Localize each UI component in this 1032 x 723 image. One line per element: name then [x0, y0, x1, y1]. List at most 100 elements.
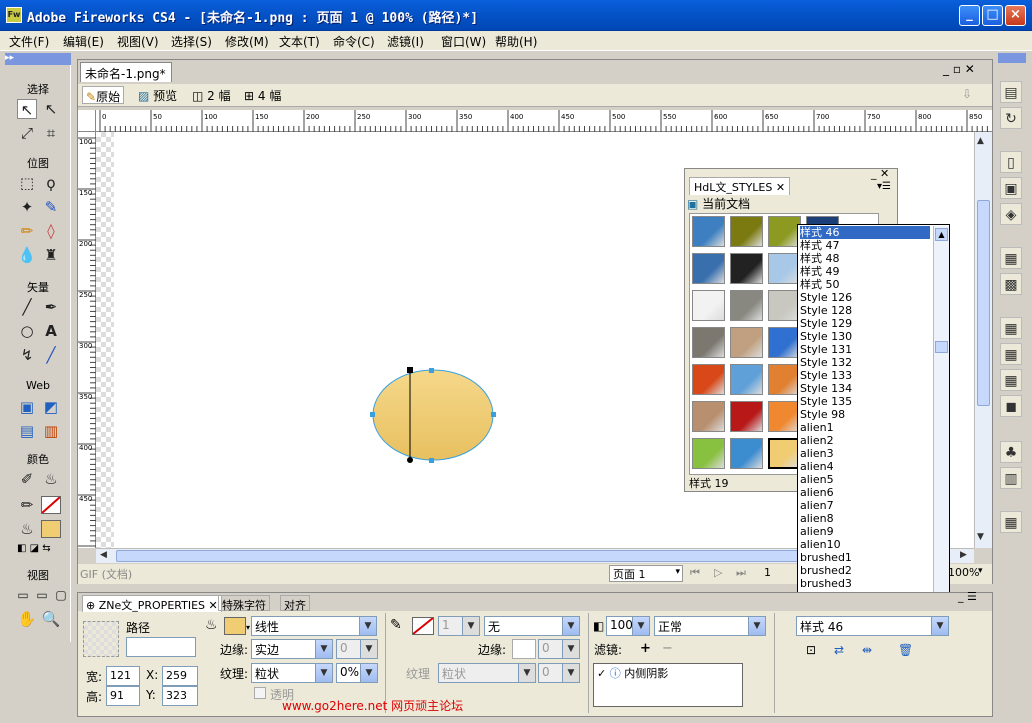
style-dropdown-item[interactable]: alien7 [800, 499, 930, 512]
freeform-tool-icon[interactable]: ↯ [17, 345, 37, 365]
crop-tool-icon[interactable]: ⌗ [41, 123, 61, 143]
object-name-field[interactable] [126, 637, 196, 657]
hide-slices-icon[interactable]: ▤ [17, 421, 37, 441]
document-tab[interactable]: 未命名-1.png* [80, 62, 172, 82]
maximize-button[interactable]: □ [982, 5, 1003, 26]
style-dropdown-item[interactable]: Style 132 [800, 356, 930, 369]
eraser-tool-icon[interactable]: ◊ [41, 221, 61, 241]
image-panel-icon[interactable]: ▦ [1000, 247, 1022, 269]
opacity-field[interactable]: 100 ▼ [606, 616, 650, 636]
style-dropdown-item[interactable]: Style 133 [800, 369, 930, 382]
style-dropdown-item[interactable]: alien8 [800, 512, 930, 525]
menu-modify[interactable]: 修改(M) [225, 33, 269, 50]
styles-source[interactable]: ▣ 当前文档 [687, 195, 750, 212]
style-dropdown-item[interactable]: 样式 47 [800, 239, 930, 252]
slice-tool-icon[interactable]: ◩ [41, 397, 61, 417]
style-dropdown-item[interactable]: alien4 [800, 460, 930, 473]
style-swatch[interactable] [730, 216, 763, 247]
style-dropdown-item[interactable]: Style 135 [800, 395, 930, 408]
scale-tool-icon[interactable]: ⤢ [17, 123, 37, 143]
style-dropdown-item[interactable]: alien3 [800, 447, 930, 460]
y-field[interactable]: 323 [162, 686, 198, 706]
pencil-tool-icon[interactable]: ✏ [17, 221, 37, 241]
style-swatch[interactable] [692, 290, 725, 321]
menu-view[interactable]: 视图(V) [117, 33, 159, 50]
style-swatch[interactable] [730, 401, 763, 432]
style-dropdown-item[interactable]: Style 98 [800, 408, 930, 421]
magic-wand-tool-icon[interactable]: ✦ [17, 197, 37, 217]
filter-item[interactable]: ✓ ⓘ 内侧阴影 [597, 665, 668, 681]
ellipse-tool-icon[interactable]: ○ [17, 321, 37, 341]
fill-color-swatch[interactable] [41, 520, 61, 538]
scroll-up-arrow-icon[interactable]: ▲ [977, 136, 984, 146]
blur-tool-icon[interactable]: 💧 [17, 245, 37, 265]
fill-color-well[interactable] [224, 617, 246, 635]
style-dropdown-item[interactable]: 样式 46 [800, 226, 930, 239]
break-link-icon[interactable]: ⇹ [862, 643, 872, 657]
text-tool-icon[interactable]: A [41, 321, 61, 341]
rubber-stamp-tool-icon[interactable]: ♜ [41, 245, 61, 265]
assets-panel-icon[interactable]: ▦ [1000, 317, 1022, 339]
marquee-tool-icon[interactable]: ⬚ [17, 173, 37, 193]
menu-filters[interactable]: 滤镜(I) [387, 33, 424, 50]
fullscreen-menu-icon[interactable]: ▭ [32, 585, 52, 605]
dropdown-scroll-up-icon[interactable]: ▲ [935, 228, 948, 241]
tab-properties[interactable]: ⊕ ZNe文_PROPERTIES ✕ [82, 595, 222, 612]
states-panel-icon[interactable]: ▣ [1000, 177, 1022, 199]
fill-texture-select[interactable]: 粒状 ▼ [251, 663, 333, 683]
color-default-swap-icons[interactable]: ◧ ◪ ⇆ [17, 543, 69, 557]
tools-panel-header[interactable]: ▸▸ [5, 53, 71, 65]
style-swatch[interactable] [692, 216, 725, 247]
library-panel-icon[interactable]: ▦ [1000, 343, 1022, 365]
style-dropdown-item[interactable]: 样式 49 [800, 265, 930, 278]
redefine-style-icon[interactable]: ⇄ [834, 643, 844, 657]
canvas-vertical-scrollbar[interactable]: ▲ ▼ [974, 132, 992, 548]
style-dropdown-item[interactable]: alien10 [800, 538, 930, 551]
style-dropdown-item[interactable]: 样式 48 [800, 252, 930, 265]
style-dropdown-item[interactable]: brushed3 [800, 577, 930, 590]
knife-tool-icon[interactable]: ╱ [41, 345, 61, 365]
tab-special-chars[interactable]: 特殊字符 [218, 595, 270, 612]
show-slices-icon[interactable]: ▥ [41, 421, 61, 441]
x-field[interactable]: 259 [162, 666, 198, 686]
filter-check-icon[interactable]: ✓ [597, 667, 606, 680]
zoom-arrow-icon[interactable]: ▾ [978, 566, 983, 576]
style-dropdown-item[interactable]: Style 129 [800, 317, 930, 330]
scroll-left-arrow-icon[interactable]: ◀ [100, 550, 107, 560]
view-2up-button[interactable]: ◫ 2 幅 [192, 87, 231, 104]
menu-select[interactable]: 选择(S) [171, 33, 212, 50]
3d-panel-icon[interactable]: ◼ [1000, 395, 1022, 417]
doc-window-controls[interactable]: _ ▫ ✕ [943, 62, 975, 76]
styles-tab[interactable]: HdL文_STYLES ✕ [689, 177, 791, 195]
history-panel-icon[interactable]: ↻ [1000, 107, 1022, 129]
style-swatch[interactable] [730, 438, 763, 469]
filters-list[interactable]: ✓ ⓘ 内侧阴影 [593, 663, 743, 707]
layers-panel-icon[interactable]: ◈ [1000, 203, 1022, 225]
style-select[interactable]: 样式 46 ▼ [796, 616, 949, 636]
style-dropdown-item[interactable]: alien1 [800, 421, 930, 434]
styles-tab-close-icon[interactable]: ✕ [776, 181, 785, 194]
page-select[interactable]: 页面 1 ▾ [609, 565, 683, 582]
ellipse-shape[interactable] [360, 360, 510, 470]
menu-file[interactable]: 文件(F) [9, 33, 49, 50]
menu-help[interactable]: 帮助(H) [495, 33, 537, 50]
subselection-tool-icon[interactable]: ↖ [41, 99, 61, 119]
zoom-level[interactable]: 100% [948, 566, 979, 579]
style-dropdown-list[interactable]: ▲ ▼ 样式 46样式 47样式 48样式 49样式 50Style 126St… [797, 224, 950, 616]
add-filter-icon[interactable]: + [640, 641, 651, 656]
properties-panel-controls[interactable]: _ ☰ [958, 590, 977, 603]
blend-mode-select[interactable]: 正常 ▼ [654, 616, 766, 636]
first-frame-icon[interactable]: ⏮ [690, 566, 700, 580]
style-dropdown-item[interactable]: alien6 [800, 486, 930, 499]
horizontal-scroll-thumb[interactable] [116, 550, 806, 562]
fullscreen-icon[interactable]: ▢ [51, 585, 71, 605]
style-swatch[interactable] [692, 327, 725, 358]
stroke-color-well[interactable] [412, 617, 434, 635]
standard-screen-icon[interactable]: ▭ [13, 585, 33, 605]
style-swatch[interactable] [692, 438, 725, 469]
style-swatch[interactable] [692, 253, 725, 284]
style-dropdown-item[interactable]: alien2 [800, 434, 930, 447]
hotspot-tool-icon[interactable]: ▣ [17, 397, 37, 417]
tab-close-icon[interactable]: ✕ [209, 599, 218, 612]
view-original-button[interactable]: ✎原始 [82, 86, 125, 104]
